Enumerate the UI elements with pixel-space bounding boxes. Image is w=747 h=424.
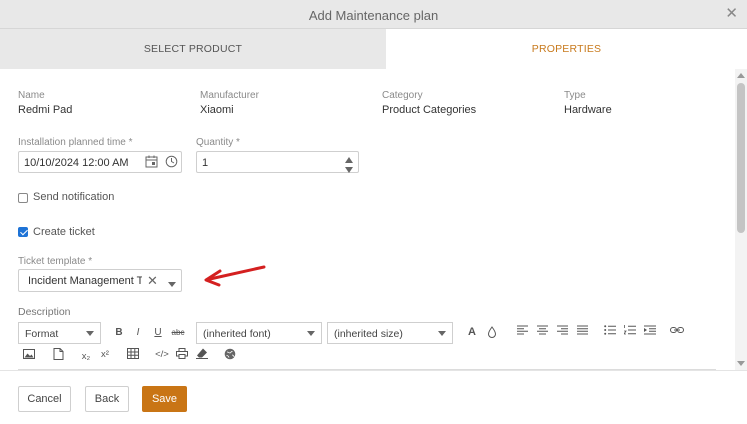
- strikethrough-button[interactable]: abc: [169, 328, 187, 337]
- align-right-icon[interactable]: [555, 325, 569, 338]
- calendar-icon[interactable]: [145, 155, 158, 171]
- print-icon[interactable]: [175, 348, 189, 362]
- align-left-icon[interactable]: [515, 325, 529, 338]
- description-label: Description: [18, 306, 71, 318]
- indent-icon[interactable]: [643, 325, 657, 338]
- installation-value: 10/10/2024 12:00 AM: [24, 157, 129, 169]
- font-family-select[interactable]: (inherited font): [196, 322, 322, 344]
- manufacturer-value: Xiaomi: [200, 104, 234, 116]
- bullet-list-icon[interactable]: [603, 325, 617, 338]
- superscript-button[interactable]: x²: [98, 349, 112, 360]
- view-source-button[interactable]: </>: [152, 349, 172, 360]
- annotation-arrow-icon: [204, 265, 266, 287]
- quantity-value: 1: [202, 157, 209, 169]
- underline-button[interactable]: U: [151, 327, 165, 338]
- back-button[interactable]: Back: [85, 386, 129, 412]
- subscript-button[interactable]: x₂: [79, 351, 93, 362]
- dialog-footer: Cancel Back Save: [0, 370, 747, 424]
- clean-formatting-icon[interactable]: [195, 348, 209, 362]
- editor-toolbar: Format B I U abc (inherited font) (inher…: [18, 320, 716, 372]
- scroll-up-icon[interactable]: [737, 73, 745, 78]
- type-value: Hardware: [564, 104, 612, 116]
- image-icon[interactable]: [22, 349, 36, 362]
- send-notification-checkbox[interactable]: [18, 193, 28, 203]
- scrollbar-thumb[interactable]: [737, 83, 745, 233]
- font-color-icon[interactable]: A: [465, 326, 479, 338]
- category-label: Category: [382, 90, 423, 101]
- send-notification-label: Send notification: [33, 191, 115, 203]
- link-icon[interactable]: [670, 325, 684, 338]
- italic-button[interactable]: I: [131, 327, 145, 338]
- ticket-template-select[interactable]: Incident Management Ti ✕: [18, 269, 182, 292]
- type-label: Type: [564, 90, 586, 101]
- chevron-down-icon[interactable]: [168, 278, 176, 290]
- quantity-label: Quantity *: [196, 137, 240, 148]
- tab-bar: SELECT PRODUCT PROPERTIES: [0, 29, 747, 69]
- save-button[interactable]: Save: [142, 386, 187, 412]
- name-label: Name: [18, 90, 45, 101]
- name-value: Redmi Pad: [18, 104, 73, 116]
- chevron-down-icon: [86, 331, 94, 336]
- installation-label: Installation planned time *: [18, 137, 133, 148]
- align-center-icon[interactable]: [535, 325, 549, 338]
- create-ticket-label: Create ticket: [33, 226, 95, 238]
- table-icon[interactable]: [126, 348, 140, 362]
- chevron-down-icon: [438, 331, 446, 336]
- align-justify-icon[interactable]: [575, 325, 589, 338]
- format-value: Format: [25, 328, 59, 340]
- dialog-titlebar: Add Maintenance plan ✕: [0, 0, 747, 29]
- close-icon[interactable]: ✕: [725, 6, 738, 22]
- font-size-select[interactable]: (inherited size): [327, 322, 453, 344]
- quantity-stepper[interactable]: 1: [196, 151, 359, 173]
- stepper-down-icon[interactable]: [345, 164, 353, 176]
- content-scrollbar[interactable]: [735, 69, 747, 370]
- clock-icon[interactable]: [165, 155, 178, 171]
- font-size-value: (inherited size): [334, 328, 403, 340]
- category-value: Product Categories: [382, 104, 477, 116]
- font-family-value: (inherited font): [203, 328, 271, 340]
- ticket-template-label: Ticket template *: [18, 256, 93, 267]
- globe-icon[interactable]: [223, 348, 237, 363]
- insert-file-icon[interactable]: [51, 348, 65, 363]
- dialog-title: Add Maintenance plan: [308, 8, 439, 23]
- tab-select-product[interactable]: SELECT PRODUCT: [0, 29, 386, 69]
- tab-properties[interactable]: PROPERTIES: [386, 29, 747, 69]
- manufacturer-label: Manufacturer: [200, 90, 259, 101]
- format-select[interactable]: Format: [18, 322, 101, 344]
- create-ticket-checkbox[interactable]: [18, 227, 28, 237]
- chevron-down-icon: [307, 331, 315, 336]
- installation-datetime-input[interactable]: 10/10/2024 12:00 AM: [18, 151, 182, 173]
- scroll-down-icon[interactable]: [737, 361, 745, 366]
- highlight-icon[interactable]: [485, 326, 499, 341]
- cancel-button[interactable]: Cancel: [18, 386, 71, 412]
- clear-icon[interactable]: ✕: [147, 273, 158, 289]
- ticket-template-value: Incident Management Ti: [28, 275, 142, 287]
- numbered-list-icon[interactable]: [623, 325, 637, 338]
- bold-button[interactable]: B: [112, 327, 126, 338]
